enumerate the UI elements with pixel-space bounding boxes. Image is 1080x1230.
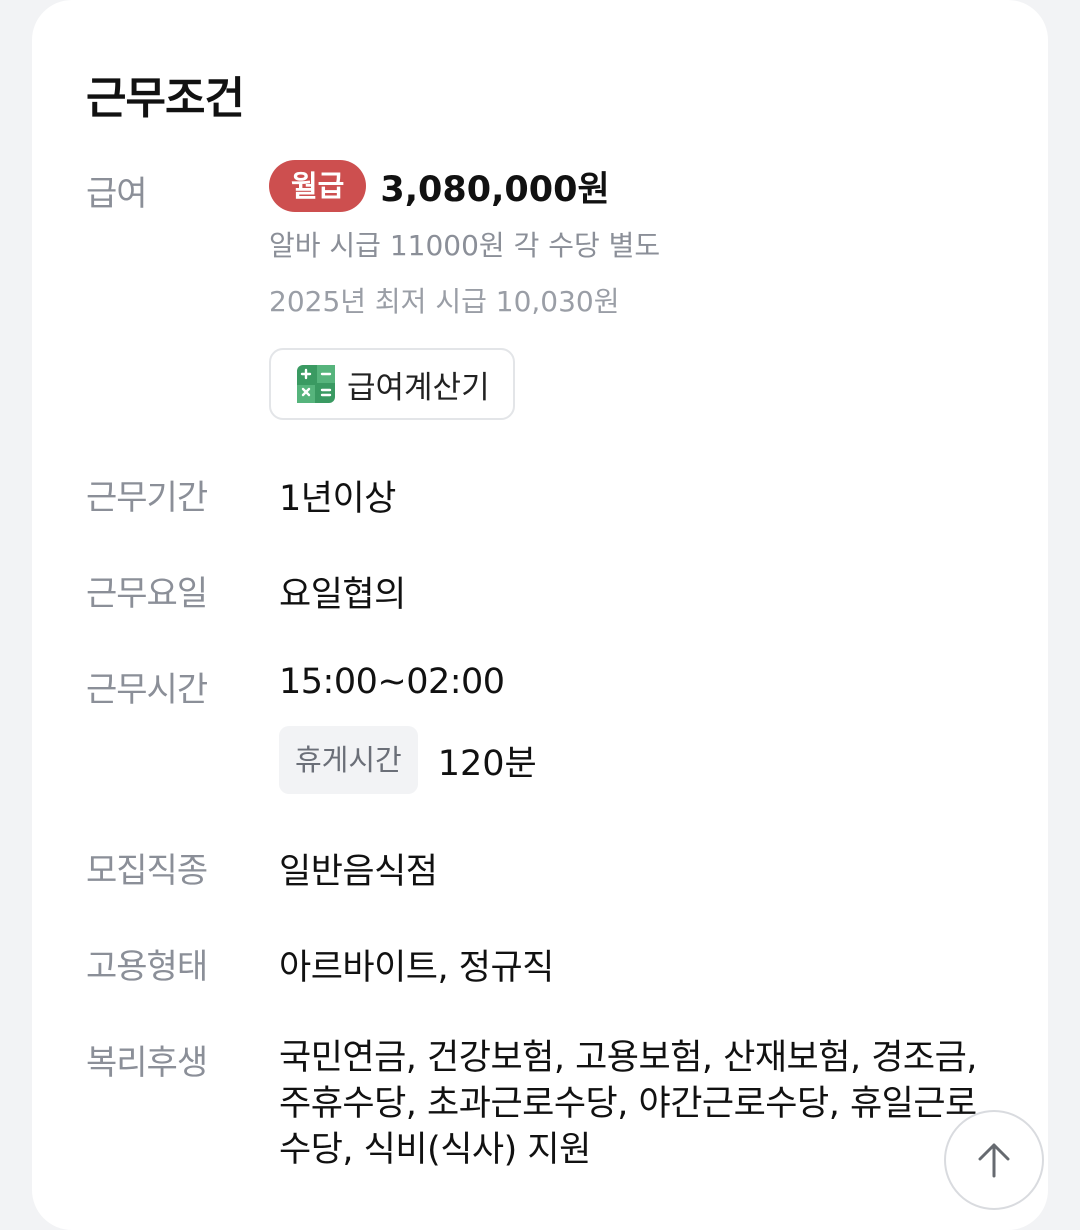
work-hours-value: 15:00~02:00 (279, 662, 505, 702)
employment-type-value: 아르바이트, 정규직 (279, 948, 554, 988)
work-conditions-card: 근무조건 급여 월급 3,080,000원 알바 시급 11000원 각 수당 … (32, 0, 1048, 1230)
salary-note: 알바 시급 11000원 각 수당 별도 (269, 229, 661, 262)
welfare-value: 국민연금, 건강보험, 고용보험, 산재보험, 경조금, 주휴수당, 초과근로수… (279, 1038, 977, 1170)
calculator-icon (297, 365, 335, 403)
pay-type-badge: 월급 (269, 160, 367, 212)
break-time-chip: 휴게시간 (279, 726, 418, 794)
work-hours-label: 근무시간 (86, 670, 208, 710)
welfare-label: 복리후생 (86, 1043, 208, 1083)
employment-type-label: 고용형태 (86, 947, 208, 987)
scroll-to-top-button[interactable] (944, 1110, 1044, 1210)
salary-calculator-label: 급여계산기 (347, 369, 490, 406)
work-period-value: 1년이상 (279, 479, 396, 519)
section-title: 근무조건 (86, 73, 245, 124)
arrow-up-icon (978, 1143, 1010, 1178)
break-time-line: 휴게시간 120분 (279, 726, 537, 794)
work-days-label: 근무요일 (86, 574, 208, 614)
salary-line: 월급 3,080,000원 (269, 160, 610, 212)
salary-label: 급여 (86, 174, 148, 214)
break-time-value: 120분 (437, 743, 537, 784)
work-days-value: 요일협의 (279, 575, 406, 615)
job-type-label: 모집직종 (86, 851, 208, 891)
job-type-value: 일반음식점 (279, 852, 438, 892)
salary-amount: 3,080,000원 (380, 169, 610, 210)
work-period-label: 근무기간 (86, 478, 208, 518)
minimum-wage-note: 2025년 최저 시급 10,030원 (269, 285, 620, 318)
salary-calculator-button[interactable]: 급여계산기 (269, 348, 515, 420)
